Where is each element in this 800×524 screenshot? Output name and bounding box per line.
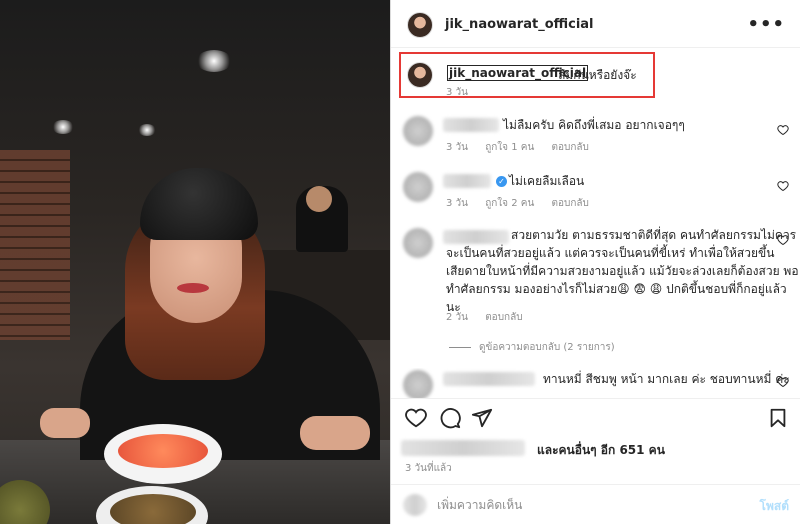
post-comment-button[interactable]: โพสต์ [760,497,789,516]
side-food [110,494,196,524]
comment-likes[interactable]: ถูกใจ 2 คน [485,198,534,209]
comment-text: ทานหมี่ สีชมพู หน้า มากเลย ค่ะ ชอบทานหมี… [543,372,790,386]
blurred-username[interactable] [443,118,499,132]
comment-bubble-icon[interactable] [439,407,461,429]
person-hand [40,408,90,438]
comment-time: 3 วัน [446,198,468,209]
avatar[interactable] [407,12,433,38]
ceiling-light [138,124,156,136]
comment-item: ทานหมี่ สีชมพู หน้า มากเลย ค่ะ ชอบทานหมี… [391,368,800,398]
view-replies-button[interactable]: ดูข้อความตอบกลับ (2 รายการ) [449,340,615,355]
heart-icon[interactable] [777,234,789,246]
blurred-username[interactable] [443,174,491,188]
caption: jik_naowarat_official ลืมกันหรือยังจ๊ะ 3… [391,52,800,100]
comment-text: ไม่เคยลืมเลือน [509,174,585,188]
post-header: jik_naowarat_official ••• [391,0,800,48]
verified-badge-icon: ✓ [496,176,507,187]
comment-input[interactable] [437,495,737,515]
comment-text-line: เสียดายใบหน้าที่มีความสวยงามอยู่แล้ว แม้… [446,264,799,278]
bookmark-icon[interactable] [767,407,789,429]
noodle-food [118,434,208,468]
comment-item: สวยตามวัย ตามธรรมชาติดีที่สุด คนทำศัลยกร… [391,224,800,334]
person-lips [177,283,209,293]
post-timestamp: 3 วันที่แล้ว [405,463,452,474]
comment-time: 3 วัน [446,142,468,153]
comment-text-line: สวยตามวัย ตามธรรมชาติดีที่สุด คนทำศัลยกร… [511,228,797,242]
likes-summary: และคนอื่นๆ อีก 651 คน [391,436,800,458]
share-paper-plane-icon[interactable] [471,407,493,429]
avatar[interactable] [403,172,433,202]
comment-time: 2 วัน [446,312,468,323]
comment-text-line: จะเป็นคนที่สวยอยู่แล้ว แต่ควรจะเป็นคนที่… [446,246,775,260]
comment-item: ไม่ลืมครับ คิดถึงพี่เสมอ อยากเจอๆๆ 3 วัน… [391,112,800,162]
header-username[interactable]: jik_naowarat_official [445,17,594,32]
avatar[interactable] [403,370,433,398]
comment-likes[interactable]: ถูกใจ 1 คน [485,142,534,153]
post-detail-panel: jik_naowarat_official ••• jik_naowarat_o… [390,0,800,524]
heart-icon[interactable] [777,376,789,388]
caption-text: ลืมกันหรือยังจ๊ะ [558,68,637,82]
background-staff-face [306,186,332,212]
like-heart-icon[interactable] [405,407,427,429]
avatar[interactable] [403,228,433,258]
blurred-username[interactable] [443,372,535,386]
more-options-button[interactable]: ••• [747,14,785,35]
ceiling-light [52,120,74,134]
add-comment-bar: โพสต์ [391,484,800,524]
person-beanie [140,168,258,240]
comment-text-line: ทำศัลยกรรม มองอย่างไรก็ไม่สวย😩 😨 😩 ปกติข… [446,282,787,296]
action-bar [391,398,800,434]
reply-button[interactable]: ตอบกลับ [551,142,588,153]
heart-icon[interactable] [777,124,789,136]
heart-icon[interactable] [777,180,789,192]
caption-time: 3 วัน [446,87,468,98]
person-hand [300,416,370,450]
likes-count[interactable]: และคนอื่นๆ อีก 651 คน [537,441,665,460]
avatar[interactable] [407,62,433,88]
emoji-icon[interactable] [403,494,427,516]
reply-button[interactable]: ตอบกลับ [551,198,588,209]
reply-button[interactable]: ตอบกลับ [485,312,522,323]
blurred-liker-names[interactable] [401,440,525,456]
brick-wall [0,150,70,340]
avatar[interactable] [403,116,433,146]
post-photo [0,0,390,524]
blurred-username[interactable] [443,230,509,244]
comment-text: ไม่ลืมครับ คิดถึงพี่เสมอ อยากเจอๆๆ [503,118,685,132]
comment-item: ✓ ไม่เคยลืมเลือน 3 วัน ถูกใจ 2 คน ตอบกลั… [391,168,800,218]
ceiling-light [196,50,232,72]
